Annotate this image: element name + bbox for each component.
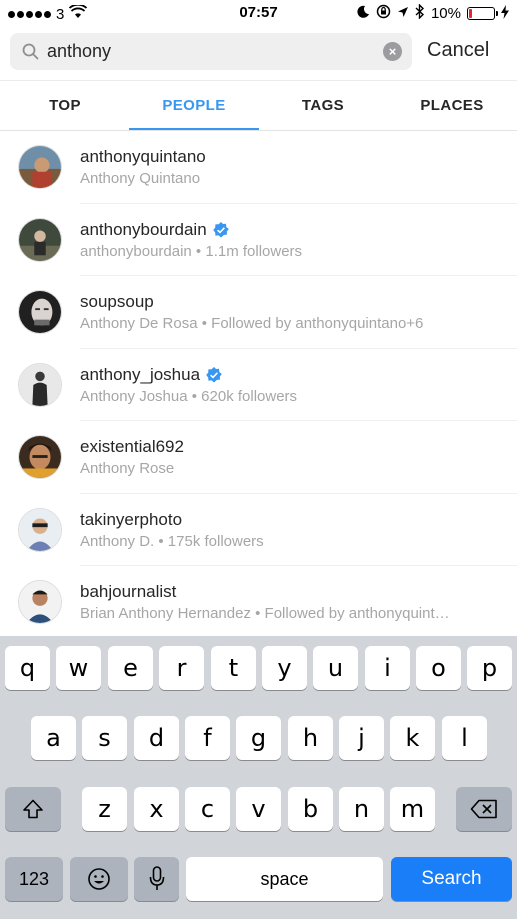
list-item[interactable]: anthonyquintano Anthony Quintano — [0, 131, 517, 204]
key-b[interactable]: b — [288, 787, 333, 831]
search-header: anthony × Cancel — [0, 28, 517, 80]
list-item[interactable]: takinyerphoto Anthony D. • 175k follower… — [0, 494, 517, 566]
key-z[interactable]: z — [82, 787, 127, 831]
key-h[interactable]: h — [288, 716, 333, 760]
key-d[interactable]: d — [134, 716, 179, 760]
search-tabs: TOP PEOPLE TAGS PLACES — [0, 80, 517, 131]
username[interactable]: soupsoup — [80, 292, 154, 312]
key-y[interactable]: y — [262, 646, 307, 690]
avatar[interactable] — [18, 290, 62, 334]
key-c[interactable]: c — [185, 787, 230, 831]
user-subtitle: Brian Anthony Hernandez • Followed by an… — [80, 605, 450, 622]
backspace-key[interactable] — [456, 787, 512, 831]
avatar[interactable] — [18, 580, 62, 624]
active-tab-indicator — [129, 128, 259, 130]
location-arrow-icon — [397, 5, 409, 22]
space-key[interactable]: space — [186, 857, 383, 901]
key-x[interactable]: x — [134, 787, 179, 831]
key-e[interactable]: e — [108, 646, 153, 690]
key-a[interactable]: a — [31, 716, 76, 760]
username[interactable]: anthony_joshua — [80, 365, 200, 385]
battery-icon — [467, 7, 498, 20]
battery-percent: 10% — [430, 5, 461, 22]
key-v[interactable]: v — [236, 787, 281, 831]
tab-people[interactable]: PEOPLE — [129, 97, 259, 114]
list-item[interactable]: soupsoup Anthony De Rosa • Followed by a… — [0, 276, 517, 349]
key-o[interactable]: o — [416, 646, 461, 690]
people-results-list: anthonyquintano Anthony Quintano anthony… — [0, 131, 517, 639]
avatar[interactable] — [18, 507, 62, 552]
dictation-key[interactable] — [134, 857, 179, 901]
tab-places[interactable]: PLACES — [387, 97, 517, 114]
list-item[interactable]: anthony_joshua Anthony Joshua • 620k fol… — [0, 349, 517, 421]
key-u[interactable]: u — [313, 646, 358, 690]
key-s[interactable]: s — [82, 716, 127, 760]
username[interactable]: existential692 — [80, 437, 184, 457]
search-query-text[interactable]: anthony — [47, 41, 111, 62]
search-icon — [22, 43, 39, 65]
user-subtitle: Anthony Rose — [80, 460, 175, 477]
bluetooth-icon — [415, 3, 425, 23]
list-item[interactable]: bahjournalist Brian Anthony Hernandez • … — [0, 566, 517, 639]
charging-bolt-icon — [501, 4, 509, 23]
user-subtitle: Anthony Quintano — [80, 170, 201, 187]
status-bar: 3 07:57 10% — [0, 0, 517, 28]
list-item[interactable]: anthonybourdain anthonybourdain • 1.1m f… — [0, 204, 517, 276]
key-p[interactable]: p — [467, 646, 512, 690]
key-t[interactable]: t — [211, 646, 256, 690]
key-m[interactable]: m — [390, 787, 435, 831]
username[interactable]: anthonyquintano — [80, 147, 206, 167]
key-g[interactable]: g — [236, 716, 281, 760]
shift-icon — [23, 799, 43, 819]
key-l[interactable]: l — [442, 716, 487, 760]
key-w[interactable]: w — [56, 646, 101, 690]
username[interactable]: anthonybourdain — [80, 220, 207, 240]
avatar[interactable] — [18, 362, 62, 407]
key-i[interactable]: i — [365, 646, 410, 690]
emoji-icon — [88, 868, 110, 890]
key-q[interactable]: q — [5, 646, 50, 690]
key-r[interactable]: r — [159, 646, 204, 690]
key-n[interactable]: n — [339, 787, 384, 831]
avatar[interactable] — [18, 435, 62, 479]
backspace-icon — [470, 799, 497, 819]
cancel-button[interactable]: Cancel — [427, 39, 489, 62]
key-f[interactable]: f — [185, 716, 230, 760]
username[interactable]: takinyerphoto — [80, 510, 182, 530]
on-screen-keyboard: q w e r t y u i o p a s d f g h j k l z … — [0, 636, 517, 919]
search-key[interactable]: Search — [391, 857, 512, 901]
clear-search-icon[interactable]: × — [383, 42, 402, 61]
avatar[interactable] — [18, 145, 62, 189]
tab-tags[interactable]: TAGS — [258, 97, 388, 114]
user-subtitle: Anthony D. • 175k followers — [80, 532, 264, 550]
user-subtitle: anthonybourdain • 1.1m followers — [80, 242, 303, 260]
key-k[interactable]: k — [390, 716, 435, 760]
moon-icon — [357, 5, 370, 22]
avatar[interactable] — [18, 217, 62, 262]
emoji-key[interactable] — [70, 857, 128, 901]
microphone-icon — [149, 866, 164, 890]
user-subtitle: Anthony Joshua • 620k followers — [80, 387, 298, 405]
user-subtitle: Anthony De Rosa • Followed by anthonyqui… — [80, 315, 424, 332]
rotation-lock-icon — [376, 4, 391, 23]
shift-key[interactable] — [5, 787, 61, 831]
tab-top[interactable]: TOP — [0, 97, 130, 114]
key-j[interactable]: j — [339, 716, 384, 760]
search-input[interactable]: anthony × — [10, 33, 412, 70]
numbers-key[interactable]: 123 — [5, 857, 63, 901]
verified-badge-icon — [206, 366, 222, 383]
list-item[interactable]: existential692 Anthony Rose — [0, 421, 517, 494]
username[interactable]: bahjournalist — [80, 582, 176, 602]
verified-badge-icon — [212, 221, 229, 238]
